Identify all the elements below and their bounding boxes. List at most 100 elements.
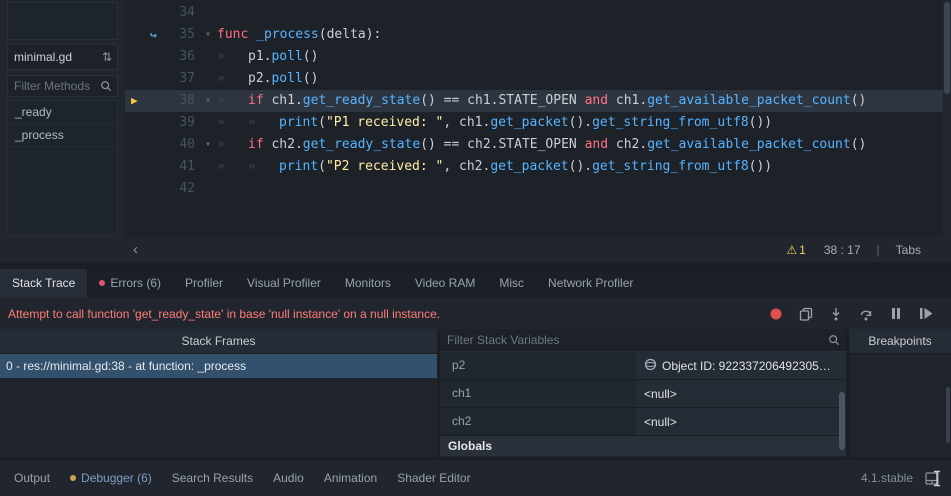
continue-button[interactable] <box>917 305 935 323</box>
globals-section-header[interactable]: Globals <box>440 436 846 456</box>
line-number: 42 <box>179 181 195 196</box>
script-name: minimal.gd <box>14 50 73 64</box>
tab-label: Visual Profiler <box>247 276 321 290</box>
breakpoints-scrollbar-thumb[interactable] <box>946 387 950 443</box>
breakpoints-scrollbar[interactable] <box>945 353 951 458</box>
error-message: Attempt to call function 'get_ready_stat… <box>8 306 441 321</box>
variables-scrollbar-thumb[interactable] <box>839 392 845 450</box>
error-dot-icon <box>99 280 106 286</box>
bottom-tab-search-results[interactable]: Search Results <box>162 471 263 485</box>
bottom-tab-output[interactable]: Output <box>4 471 60 485</box>
gutter-38: ▶ <box>125 90 159 112</box>
script-item-row[interactable]: minimal.gd ⇅ <box>7 44 118 70</box>
code-line-39[interactable]: 39 »» print("P1 received: ", ch1.get_packe… <box>125 112 943 134</box>
debug-toolbar <box>767 305 951 323</box>
bottom-panel-buttons: Output Debugger (6) Search Results Audio Ani… <box>0 471 481 485</box>
editor-scrollbar[interactable] <box>943 0 951 237</box>
gutter-35: ↪ <box>125 24 159 46</box>
search-icon <box>101 81 112 92</box>
tab-visual-profiler[interactable]: Visual Profiler <box>235 269 333 298</box>
debugger-panels: Stack Frames 0 - res://minimal.gd:38 - a… <box>0 329 951 458</box>
line-number: 35 <box>179 27 195 42</box>
tab-errors-6[interactable]: Errors (6) <box>87 269 173 298</box>
gutter-42 <box>125 178 159 200</box>
code-line-34[interactable]: 34 <box>125 2 943 24</box>
sort-methods-icon[interactable]: ⇅ <box>97 50 117 64</box>
skip-breakpoints-button[interactable] <box>767 305 785 323</box>
variables-table: p2 Object ID: 922337206492305… ch1 <null> ch… <box>440 352 846 456</box>
bottom-tab-label: Animation <box>323 471 378 485</box>
gutter-36 <box>125 46 159 68</box>
code-line-38[interactable]: ▶ 38 ▾ » if ch1.get_ready_state() == ch1.STA… <box>125 90 943 112</box>
code-editor[interactable]: 34 ↪ 35 ▾ func _process(delta): 36» p1.poll() 3… <box>125 0 951 237</box>
variable-value-text: <null> <box>644 414 677 429</box>
indent-mode[interactable]: Tabs <box>896 243 921 257</box>
variables-scrollbar[interactable] <box>838 352 846 458</box>
line-number: 37 <box>179 71 195 86</box>
code-text: func _process(delta): <box>217 27 382 42</box>
error-bar: Attempt to call function 'get_ready_stat… <box>0 298 951 329</box>
code-line-42[interactable]: 42 <box>125 178 943 200</box>
bottom-tab-label: Output <box>14 471 51 485</box>
variable-row-p2[interactable]: p2 Object ID: 922337206492305… <box>440 352 846 380</box>
step-over-button[interactable] <box>857 305 875 323</box>
method-item-ready[interactable]: _ready <box>8 101 117 124</box>
line-number: 41 <box>179 159 195 174</box>
tab-label: Network Profiler <box>548 276 634 290</box>
fold-icon: ▾ <box>204 139 212 150</box>
debugger-dot-icon <box>70 475 77 481</box>
code-text: »» print("P1 received: ", ch1.get_packet(… <box>217 115 773 130</box>
tab-profiler[interactable]: Profiler <box>173 269 235 298</box>
scripts-list[interactable] <box>7 2 118 40</box>
bottom-tab-debugger-6[interactable]: Debugger (6) <box>60 471 162 485</box>
panel-splitter[interactable] <box>0 262 951 269</box>
scroll-left-icon[interactable]: ‹ <box>133 242 138 257</box>
connection-icon: ↪ <box>149 28 157 42</box>
filter-methods-input[interactable]: Filter Methods <box>7 75 118 97</box>
code-line-35[interactable]: ↪ 35 ▾ func _process(delta): <box>125 24 943 46</box>
code-line-36[interactable]: 36 » p1.poll() <box>125 46 943 68</box>
stack-frame-row[interactable]: 0 - res://minimal.gd:38 - at function: _… <box>0 354 437 378</box>
breakpoints-title: Breakpoints <box>849 329 951 354</box>
code-lines: 34 ↪ 35 ▾ func _process(delta): 36» p1.poll() 3… <box>125 2 943 200</box>
step-into-button[interactable] <box>827 305 845 323</box>
tab-video-ram[interactable]: Video RAM <box>403 269 487 298</box>
pause-icon <box>892 308 900 319</box>
filter-stack-variables-input[interactable]: Filter Stack Variables <box>440 329 846 352</box>
stack-frames-title: Stack Frames <box>0 329 437 354</box>
fold-icon: ▾ <box>204 29 212 40</box>
warning-count: 1 <box>799 242 806 257</box>
gutter-41 <box>125 156 159 178</box>
tab-misc[interactable]: Misc <box>487 269 536 298</box>
bottom-tab-shader-editor[interactable]: Shader Editor <box>387 471 480 485</box>
variable-row-ch1[interactable]: ch1 <null> <box>440 380 846 408</box>
filter-methods-placeholder: Filter Methods <box>14 79 91 93</box>
bottom-tab-label: Audio <box>273 471 304 485</box>
stack-frames-list: 0 - res://minimal.gd:38 - at function: _… <box>0 354 437 378</box>
bottom-tab-animation[interactable]: Animation <box>314 471 387 485</box>
warnings-indicator[interactable]: ⚠ 1 <box>786 243 805 257</box>
code-line-40[interactable]: 40 ▾ » if ch2.get_ready_state() == ch2.STAT… <box>125 134 943 156</box>
editor-scrollbar-thumb[interactable] <box>944 2 950 94</box>
tab-label: Monitors <box>344 276 391 290</box>
code-line-37[interactable]: 37 » p2.poll() <box>125 68 943 90</box>
tab-network-profiler[interactable]: Network Profiler <box>536 269 645 298</box>
copy-error-button[interactable] <box>797 305 815 323</box>
fold-gutter <box>199 156 217 178</box>
step-over-icon <box>860 310 871 320</box>
tab-monitors[interactable]: Monitors <box>333 269 403 298</box>
method-item-process[interactable]: _process <box>8 124 117 147</box>
step-into-icon <box>832 307 840 320</box>
line-number: 34 <box>179 5 195 20</box>
copy-icon <box>799 307 813 321</box>
variable-row-ch2[interactable]: ch2 <null> <box>440 408 846 436</box>
tab-label: Errors (6) <box>110 276 162 290</box>
break-button[interactable] <box>887 305 905 323</box>
editor-status-bar: ‹ ⚠ 1 38 : 17 | Tabs <box>125 237 951 262</box>
gutter-40 <box>125 134 159 156</box>
bottom-tab-audio[interactable]: Audio <box>263 471 314 485</box>
tab-stack-trace[interactable]: Stack Trace <box>0 269 88 298</box>
code-line-41[interactable]: 41 »» print("P2 received: ", ch2.get_packe… <box>125 156 943 178</box>
warning-icon: ⚠ <box>786 242 798 257</box>
search-icon <box>829 335 840 346</box>
